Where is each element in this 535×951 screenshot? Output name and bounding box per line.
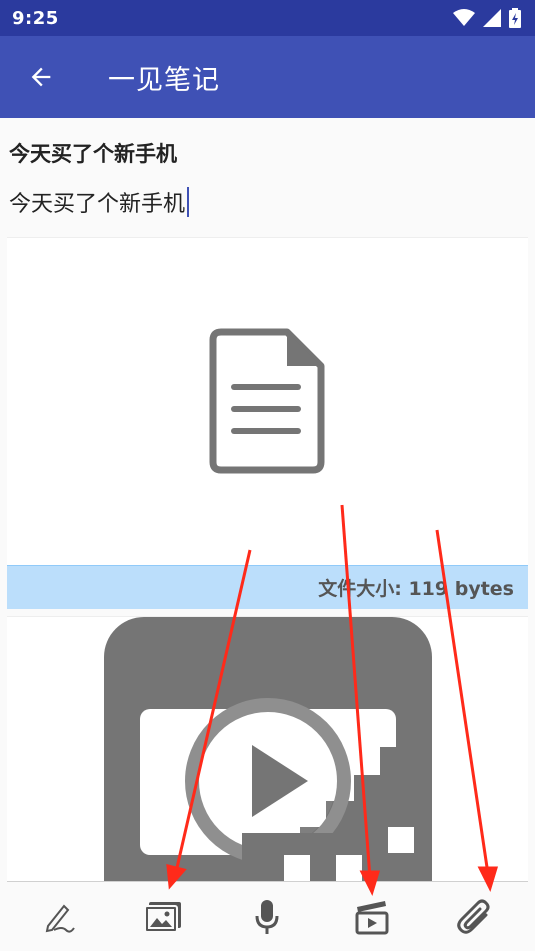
status-time: 9:25 [12, 7, 59, 29]
image-icon [144, 901, 182, 933]
pen-icon [45, 904, 75, 933]
file-size-label: 文件大小: 119 bytes [7, 565, 528, 609]
insert-image-button[interactable] [133, 887, 193, 947]
status-icons [453, 8, 521, 28]
paperclip-icon [457, 899, 490, 934]
bottom-toolbar [7, 881, 528, 951]
video-attachment-card[interactable] [7, 616, 528, 881]
mic-icon [255, 899, 279, 934]
signal-icon [483, 9, 501, 27]
app-title: 一见笔记 [108, 64, 220, 96]
note-content: 今天买了个新手机 今天买了个新手机 文件大小: 119 bytes [0, 118, 535, 881]
arrow-back-icon [31, 67, 51, 87]
note-title-input[interactable]: 今天买了个新手机 [9, 138, 177, 168]
video-icon [355, 900, 389, 934]
document-icon [209, 328, 325, 474]
app-bar: 一见笔记 [0, 36, 535, 118]
insert-video-button[interactable] [342, 887, 402, 947]
note-body-input[interactable]: 今天买了个新手机 [9, 186, 190, 218]
note-body-text: 今天买了个新手机 [9, 192, 186, 217]
status-bar: 9:25 [0, 0, 535, 36]
battery-icon [509, 8, 521, 28]
record-audio-button[interactable] [237, 887, 297, 947]
file-attachment-card[interactable]: 文件大小: 119 bytes [7, 237, 528, 609]
wifi-icon [453, 9, 475, 26]
text-caret [187, 187, 190, 217]
back-button[interactable] [0, 36, 82, 118]
video-thumbnail-icon [104, 617, 432, 881]
attach-file-button[interactable] [446, 887, 506, 947]
handwriting-button[interactable] [29, 887, 89, 947]
